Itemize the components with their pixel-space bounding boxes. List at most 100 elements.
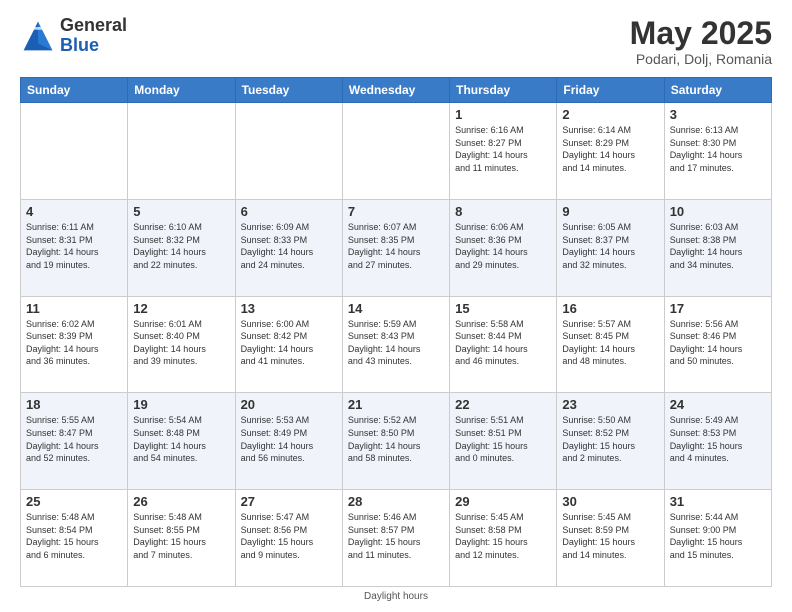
calendar-page: General Blue May 2025 Podari, Dolj, Roma… [0,0,792,612]
weekday-header-wednesday: Wednesday [342,78,449,103]
day-number: 2 [562,107,658,122]
day-number: 27 [241,494,337,509]
calendar-cell: 9Sunrise: 6:05 AM Sunset: 8:37 PM Daylig… [557,199,664,296]
day-info: Sunrise: 5:45 AM Sunset: 8:59 PM Dayligh… [562,511,658,561]
day-info: Sunrise: 5:55 AM Sunset: 8:47 PM Dayligh… [26,414,122,464]
day-number: 24 [670,397,766,412]
day-info: Sunrise: 6:01 AM Sunset: 8:40 PM Dayligh… [133,318,229,368]
day-number: 17 [670,301,766,316]
day-number: 6 [241,204,337,219]
day-info: Sunrise: 6:09 AM Sunset: 8:33 PM Dayligh… [241,221,337,271]
day-number: 8 [455,204,551,219]
day-info: Sunrise: 5:52 AM Sunset: 8:50 PM Dayligh… [348,414,444,464]
calendar-cell: 12 Sunrise: 6:01 AM Sunset: 8:40 PM Dayli… [128,296,235,393]
day-info: Sunrise: 6:07 AM Sunset: 8:35 PM Dayligh… [348,221,444,271]
calendar-cell: 3Sunrise: 6:13 AM Sunset: 8:30 PM Daylig… [664,103,771,200]
calendar-cell: 30Sunrise: 5:45 AM Sunset: 8:59 PM Dayli… [557,490,664,587]
calendar-cell: 18 Sunrise: 5:55 AM Sunset: 8:47 PM Dayli… [21,393,128,490]
calendar-cell: 31 Sunrise: 5:44 AM Sunset: 9:00 PM Dayli… [664,490,771,587]
calendar-cell [128,103,235,200]
day-number: 31 [670,494,766,509]
calendar-cell: 2Sunrise: 6:14 AM Sunset: 8:29 PM Daylig… [557,103,664,200]
day-info: Sunrise: 6:00 AM Sunset: 8:42 PM Dayligh… [241,318,337,368]
day-info: Sunrise: 5:48 AM Sunset: 8:55 PM Dayligh… [133,511,229,561]
day-number: 11 [26,301,122,316]
day-number: 1 [455,107,551,122]
calendar-cell: 14 Sunrise: 5:59 AM Sunset: 8:43 PM Dayli… [342,296,449,393]
calendar-cell: 20Sunrise: 5:53 AM Sunset: 8:49 PM Dayli… [235,393,342,490]
calendar-cell: 22 Sunrise: 5:51 AM Sunset: 8:51 PM Dayli… [450,393,557,490]
day-info: Sunrise: 6:10 AM Sunset: 8:32 PM Dayligh… [133,221,229,271]
logo-icon [20,18,56,54]
calendar-cell: 28Sunrise: 5:46 AM Sunset: 8:57 PM Dayli… [342,490,449,587]
day-number: 22 [455,397,551,412]
calendar-cell: 21 Sunrise: 5:52 AM Sunset: 8:50 PM Dayli… [342,393,449,490]
calendar-cell: 8 Sunrise: 6:06 AM Sunset: 8:36 PM Daylig… [450,199,557,296]
day-number: 25 [26,494,122,509]
day-number: 13 [241,301,337,316]
calendar-cell: 5 Sunrise: 6:10 AM Sunset: 8:32 PM Daylig… [128,199,235,296]
day-number: 26 [133,494,229,509]
day-info: Sunrise: 5:53 AM Sunset: 8:49 PM Dayligh… [241,414,337,464]
day-info: Sunrise: 5:58 AM Sunset: 8:44 PM Dayligh… [455,318,551,368]
weekday-header-saturday: Saturday [664,78,771,103]
calendar-cell: 16 Sunrise: 5:57 AM Sunset: 8:45 PM Dayli… [557,296,664,393]
week-row-4: 18 Sunrise: 5:55 AM Sunset: 8:47 PM Dayli… [21,393,772,490]
calendar-cell: 1Sunrise: 6:16 AM Sunset: 8:27 PM Daylig… [450,103,557,200]
day-info: Sunrise: 5:57 AM Sunset: 8:45 PM Dayligh… [562,318,658,368]
day-number: 29 [455,494,551,509]
day-info: Sunrise: 5:49 AM Sunset: 8:53 PM Dayligh… [670,414,766,464]
weekday-header-sunday: Sunday [21,78,128,103]
header: General Blue May 2025 Podari, Dolj, Roma… [20,16,772,67]
footer-note: Daylight hours [20,591,772,602]
day-info: Sunrise: 6:11 AM Sunset: 8:31 PM Dayligh… [26,221,122,271]
calendar-cell: 11 Sunrise: 6:02 AM Sunset: 8:39 PM Dayli… [21,296,128,393]
calendar-cell [342,103,449,200]
weekday-header-tuesday: Tuesday [235,78,342,103]
day-number: 16 [562,301,658,316]
day-info: Sunrise: 5:44 AM Sunset: 9:00 PM Dayligh… [670,511,766,561]
day-number: 19 [133,397,229,412]
month-title: May 2025 [630,16,772,51]
logo-general: General [60,15,127,35]
day-number: 18 [26,397,122,412]
day-info: Sunrise: 5:48 AM Sunset: 8:54 PM Dayligh… [26,511,122,561]
day-number: 12 [133,301,229,316]
day-number: 28 [348,494,444,509]
day-info: Sunrise: 6:02 AM Sunset: 8:39 PM Dayligh… [26,318,122,368]
calendar-cell: 4 Sunrise: 6:11 AM Sunset: 8:31 PM Daylig… [21,199,128,296]
day-number: 4 [26,204,122,219]
day-number: 21 [348,397,444,412]
day-number: 5 [133,204,229,219]
calendar-cell: 29Sunrise: 5:45 AM Sunset: 8:58 PM Dayli… [450,490,557,587]
calendar-cell: 26 Sunrise: 5:48 AM Sunset: 8:55 PM Dayli… [128,490,235,587]
week-row-1: 1Sunrise: 6:16 AM Sunset: 8:27 PM Daylig… [21,103,772,200]
logo-blue: Blue [60,35,99,55]
day-info: Sunrise: 5:56 AM Sunset: 8:46 PM Dayligh… [670,318,766,368]
day-info: Sunrise: 5:47 AM Sunset: 8:56 PM Dayligh… [241,511,337,561]
day-info: Sunrise: 6:05 AM Sunset: 8:37 PM Dayligh… [562,221,658,271]
day-info: Sunrise: 5:51 AM Sunset: 8:51 PM Dayligh… [455,414,551,464]
calendar-cell: 13 Sunrise: 6:00 AM Sunset: 8:42 PM Dayli… [235,296,342,393]
weekday-header-friday: Friday [557,78,664,103]
day-info: Sunrise: 5:50 AM Sunset: 8:52 PM Dayligh… [562,414,658,464]
day-number: 10 [670,204,766,219]
calendar-cell: 10Sunrise: 6:03 AM Sunset: 8:38 PM Dayli… [664,199,771,296]
calendar-cell [21,103,128,200]
day-number: 15 [455,301,551,316]
day-info: Sunrise: 5:59 AM Sunset: 8:43 PM Dayligh… [348,318,444,368]
calendar-cell: 19 Sunrise: 5:54 AM Sunset: 8:48 PM Dayli… [128,393,235,490]
weekday-header-thursday: Thursday [450,78,557,103]
calendar-table: SundayMondayTuesdayWednesdayThursdayFrid… [20,77,772,587]
logo: General Blue [20,16,127,56]
calendar-cell: 7Sunrise: 6:07 AM Sunset: 8:35 PM Daylig… [342,199,449,296]
day-number: 14 [348,301,444,316]
day-info: Sunrise: 6:06 AM Sunset: 8:36 PM Dayligh… [455,221,551,271]
week-row-2: 4 Sunrise: 6:11 AM Sunset: 8:31 PM Daylig… [21,199,772,296]
title-block: May 2025 Podari, Dolj, Romania [630,16,772,67]
calendar-cell: 17 Sunrise: 5:56 AM Sunset: 8:46 PM Dayli… [664,296,771,393]
logo-text: General Blue [60,16,127,56]
day-info: Sunrise: 5:54 AM Sunset: 8:48 PM Dayligh… [133,414,229,464]
weekday-header-row: SundayMondayTuesdayWednesdayThursdayFrid… [21,78,772,103]
location: Podari, Dolj, Romania [630,51,772,67]
